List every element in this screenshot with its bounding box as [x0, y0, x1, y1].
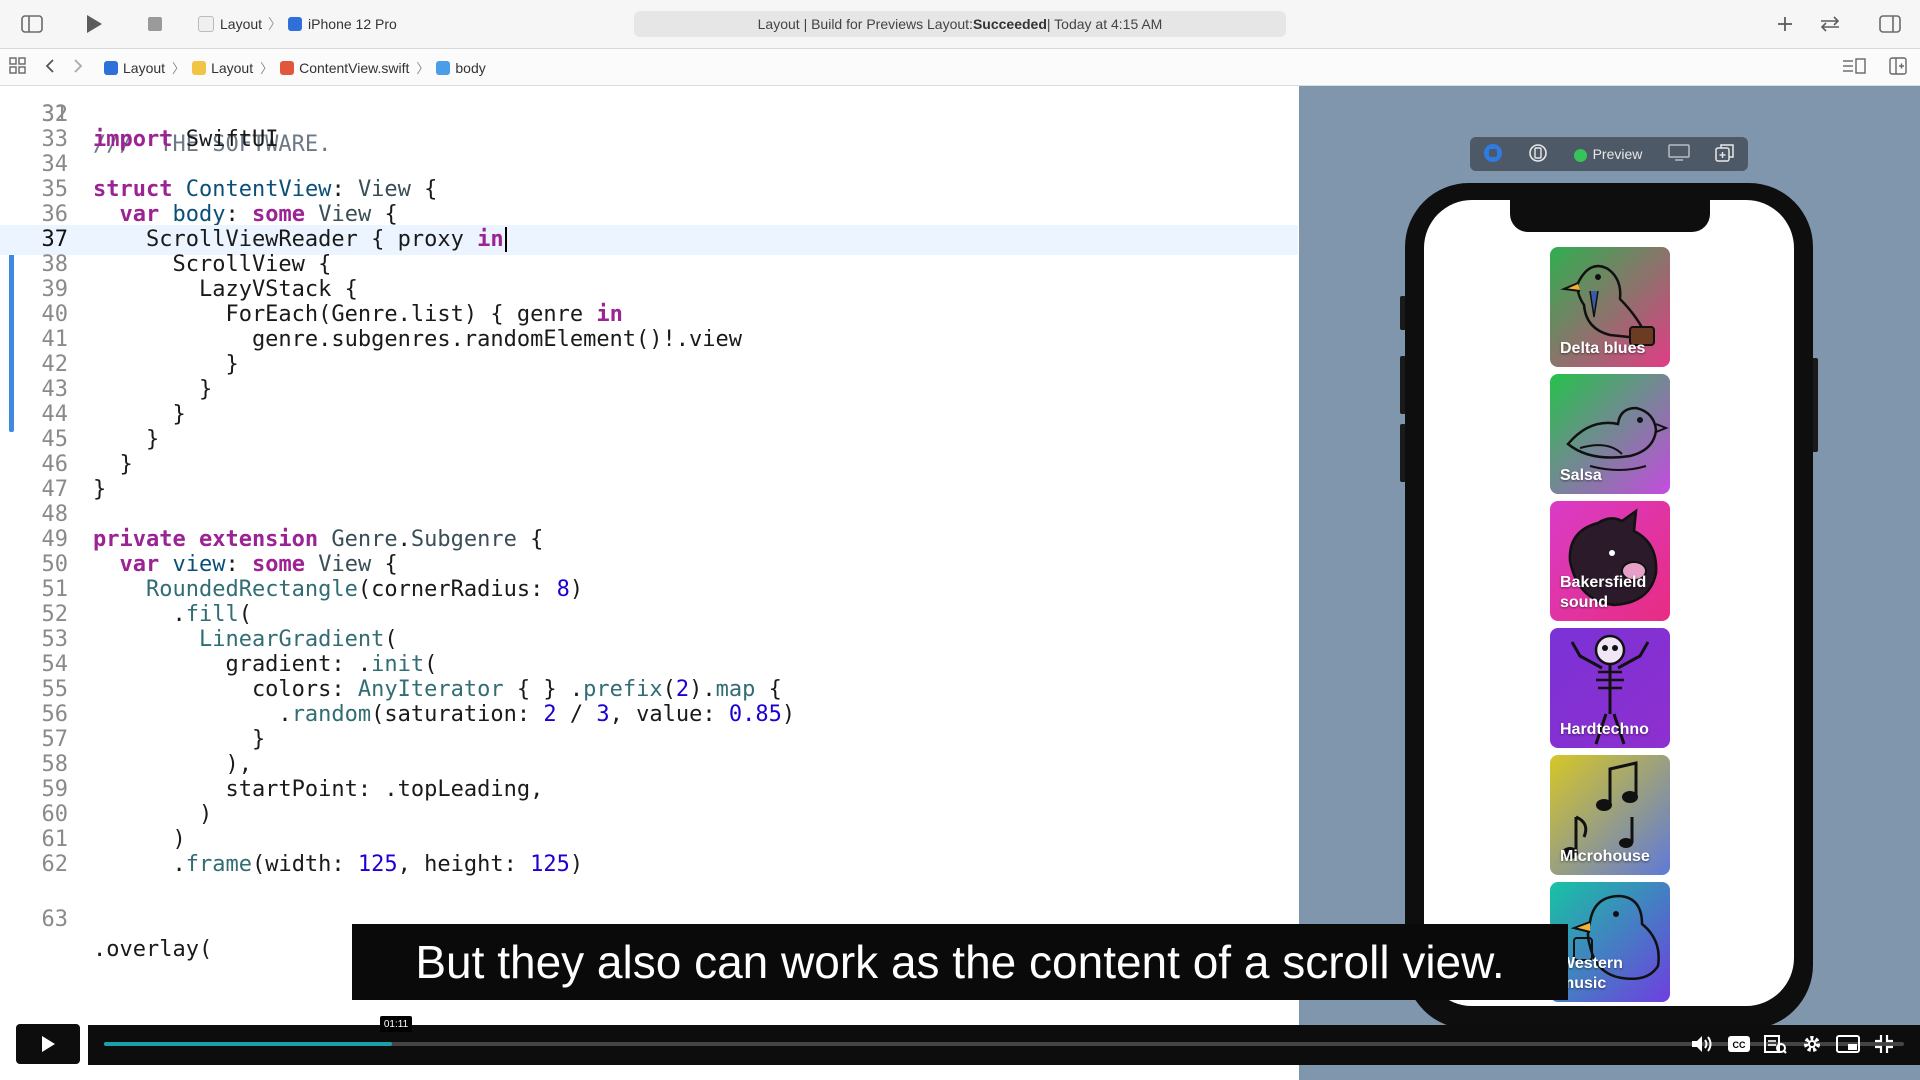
folder-icon [192, 60, 207, 75]
back-icon[interactable] [38, 54, 62, 78]
project-icon [104, 60, 118, 75]
genre-label: Delta blues [1560, 340, 1646, 357]
add-icon[interactable] [1773, 12, 1797, 36]
genre-tile[interactable]: Salsa [1550, 374, 1670, 494]
chevron-right-icon: 〉 [268, 16, 283, 32]
device-icon [288, 17, 303, 31]
status-suffix: | Today at 4:15 AM [1046, 16, 1163, 32]
breadcrumb-project[interactable]: Layout [123, 60, 165, 76]
preview-label: Preview [1592, 146, 1643, 162]
volume-icon[interactable] [1688, 1032, 1716, 1056]
editor-options-icon[interactable] [1842, 54, 1866, 78]
live-preview-icon[interactable] [1483, 143, 1503, 166]
scheme-selector[interactable]: Layout 〉 iPhone 12 Pro [198, 14, 397, 34]
related-items-icon[interactable] [6, 54, 30, 78]
genre-tile[interactable]: Hardtechno [1550, 628, 1670, 748]
picture-in-picture-icon[interactable] [1834, 1032, 1862, 1056]
inspect-icon[interactable] [1528, 143, 1548, 166]
exit-fullscreen-icon[interactable] [1870, 1032, 1898, 1056]
genre-tile[interactable]: Microhouse [1550, 755, 1670, 875]
app-icon [198, 16, 214, 32]
status-result: Succeeded [972, 16, 1047, 32]
device-notch [1510, 200, 1710, 232]
swift-file-icon [280, 60, 295, 75]
add-editor-icon[interactable] [1886, 54, 1910, 78]
genre-tile[interactable]: Western music [1550, 882, 1670, 1002]
chevron-right-icon: 〉 [416, 61, 430, 76]
sidebar-toggle-icon[interactable] [20, 12, 44, 36]
genre-label: Hardtechno [1560, 721, 1649, 738]
preview-controls: Preview [1470, 137, 1748, 171]
settings-gear-icon[interactable] [1798, 1032, 1826, 1056]
video-caption: But they also can work as the content of… [352, 924, 1568, 1000]
breadcrumb: Layout 〉 Layout 〉 ContentView.swift 〉 bo… [104, 58, 486, 77]
chevron-right-icon: 〉 [260, 61, 274, 76]
activity-status: Layout | Build for Previews Layout: Succ… [634, 11, 1286, 37]
run-icon[interactable] [82, 12, 106, 36]
jump-bar: Layout 〉 Layout 〉 ContentView.swift 〉 bo… [0, 49, 1920, 86]
transcript-icon[interactable] [1761, 1032, 1789, 1056]
review-changes-icon[interactable] [1818, 12, 1842, 36]
breadcrumb-group[interactable]: Layout [211, 60, 253, 76]
inspector-toggle-icon[interactable] [1878, 12, 1902, 36]
property-icon [436, 60, 451, 75]
code-line: 63 .overlay( [0, 875, 1298, 962]
line-number: 63 [41, 907, 69, 932]
svg-text:CC: CC [1733, 1040, 1746, 1050]
scheme-device: iPhone 12 Pro [308, 16, 397, 32]
device-settings-icon[interactable] [1668, 143, 1690, 165]
duplicate-preview-icon[interactable] [1715, 143, 1735, 166]
progress-fill [104, 1042, 392, 1046]
preview-mode[interactable]: Preview [1573, 146, 1643, 162]
breadcrumb-file[interactable]: ContentView.swift [299, 60, 409, 76]
genre-label: Western music [1560, 955, 1623, 992]
status-prefix: Layout | Build for Previews Layout: [757, 16, 973, 32]
chevron-right-icon: 〉 [172, 61, 186, 76]
breadcrumb-symbol[interactable]: body [455, 60, 485, 76]
forward-icon[interactable] [66, 54, 90, 78]
captions-icon[interactable]: CC [1725, 1032, 1753, 1056]
code-line: 31 /// THE SOFTWARE. [0, 86, 1298, 157]
genre-label: Bakersfield sound [1560, 574, 1647, 611]
stop-icon[interactable] [143, 12, 167, 36]
genre-tile[interactable]: Delta blues [1550, 247, 1670, 367]
play-button[interactable] [16, 1024, 80, 1064]
play-icon [42, 1036, 55, 1052]
scheme-project: Layout [220, 16, 263, 32]
code-text: .overlay( [93, 937, 213, 962]
xcode-toolbar: Layout 〉 iPhone 12 Pro Layout | Build fo… [0, 0, 1920, 49]
genre-label: Microhouse [1560, 848, 1650, 865]
live-dot-icon [1573, 148, 1587, 162]
genre-label: Salsa [1560, 467, 1602, 484]
timestamp-tooltip: 01:11 [380, 1016, 412, 1032]
genre-tile[interactable]: Bakersfield sound [1550, 501, 1670, 621]
